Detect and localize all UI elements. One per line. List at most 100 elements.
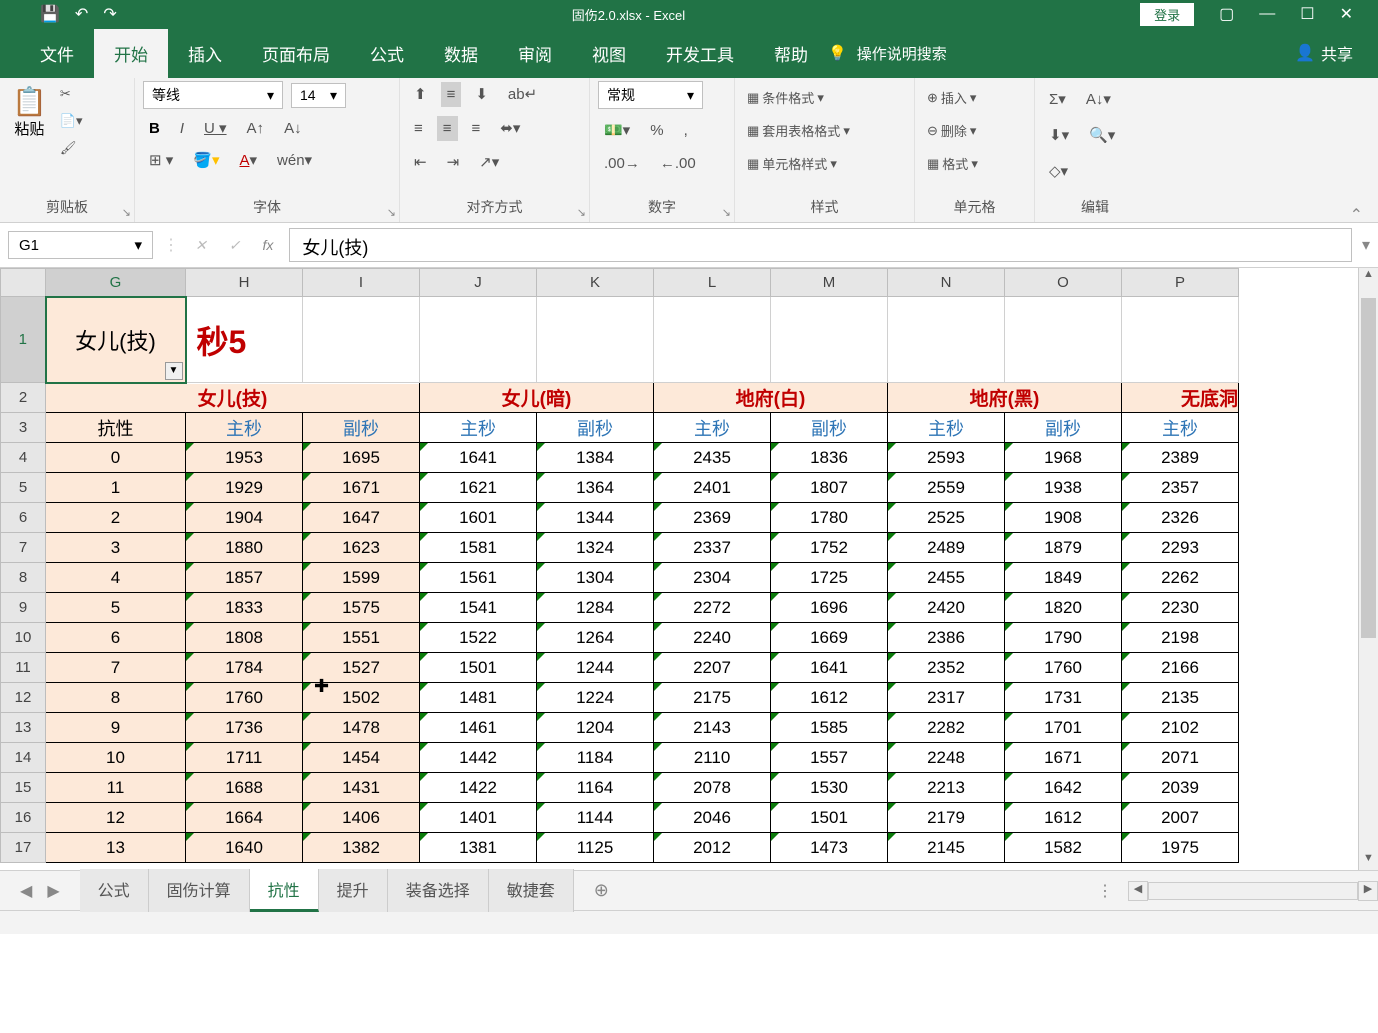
cell[interactable]: 1760 [1005, 653, 1122, 683]
cell[interactable]: 2352 [888, 653, 1005, 683]
tab-help[interactable]: 帮助 [754, 29, 828, 78]
filter-dropdown-icon[interactable]: ▼ [165, 362, 183, 380]
cell[interactable]: 副秒 [537, 413, 654, 443]
cell[interactable]: 1688 [186, 773, 303, 803]
vertical-scrollbar[interactable]: ▲ ▼ [1358, 268, 1378, 870]
col-header-o[interactable]: O [1005, 269, 1122, 297]
cell[interactable]: 1582 [1005, 833, 1122, 863]
cell[interactable]: 1364 [537, 473, 654, 503]
fill-color-button[interactable]: 🪣▾ [187, 147, 225, 173]
select-all-corner[interactable] [1, 269, 46, 297]
delete-cells-button[interactable]: ⊖ 删除 ▾ [923, 119, 980, 142]
tab-review[interactable]: 审阅 [498, 29, 572, 78]
cell[interactable]: 2369 [654, 503, 771, 533]
cell[interactable]: 副秒 [303, 413, 420, 443]
cell[interactable]: 1575 [303, 593, 420, 623]
cell[interactable]: 1929 [186, 473, 303, 503]
cell[interactable]: 2420 [888, 593, 1005, 623]
cell[interactable]: 2357 [1122, 473, 1239, 503]
cell[interactable]: 2435 [654, 443, 771, 473]
cell[interactable]: 10 [46, 743, 186, 773]
formula-input[interactable]: 女儿(技) [289, 228, 1352, 262]
cell[interactable] [654, 297, 771, 383]
cell[interactable]: 2386 [888, 623, 1005, 653]
cell[interactable]: 1551 [303, 623, 420, 653]
cell[interactable]: 1807 [771, 473, 888, 503]
tab-formulas[interactable]: 公式 [350, 29, 424, 78]
cell[interactable]: 1601 [420, 503, 537, 533]
cell-h1[interactable]: 秒5 [186, 297, 303, 383]
accounting-button[interactable]: 💵▾ [598, 117, 636, 143]
cell[interactable]: 1522 [420, 623, 537, 653]
cell[interactable]: 2230 [1122, 593, 1239, 623]
cell-styles-button[interactable]: ▦ 单元格样式 ▾ [743, 152, 841, 175]
tab-home[interactable]: 开始 [94, 29, 168, 78]
cell[interactable]: 1401 [420, 803, 537, 833]
collapse-ribbon-icon[interactable]: ⌃ [1350, 205, 1363, 225]
row-header-16[interactable]: 16 [1, 803, 46, 833]
row-header-1[interactable]: 1 [1, 297, 46, 383]
cell[interactable]: 13 [46, 833, 186, 863]
cell[interactable]: 1431 [303, 773, 420, 803]
row-header-10[interactable]: 10 [1, 623, 46, 653]
font-size-select[interactable]: 14▾ [291, 83, 346, 108]
paste-button[interactable]: 📋 粘贴 [8, 81, 51, 143]
cell[interactable]: 1808 [186, 623, 303, 653]
tab-view[interactable]: 视图 [572, 29, 646, 78]
cell[interactable] [1005, 297, 1122, 383]
sort-filter-button[interactable]: A↓▾ [1080, 86, 1117, 112]
cell[interactable]: 2166 [1122, 653, 1239, 683]
cell[interactable]: 1671 [1005, 743, 1122, 773]
number-format-select[interactable]: 常规▾ [598, 81, 703, 109]
tab-file[interactable]: 文件 [20, 29, 94, 78]
sheet-tab-4[interactable]: 装备选择 [388, 869, 489, 912]
cell[interactable]: 1671 [303, 473, 420, 503]
cell[interactable]: 主秒 [186, 413, 303, 443]
cell[interactable]: 11 [46, 773, 186, 803]
name-box[interactable]: G1▾ [8, 231, 153, 259]
cell[interactable]: 2039 [1122, 773, 1239, 803]
cell[interactable]: 1820 [1005, 593, 1122, 623]
scroll-left-icon[interactable]: ◀ [1128, 881, 1148, 901]
align-bottom-button[interactable]: ⬇ [469, 81, 494, 107]
cell[interactable]: 1780 [771, 503, 888, 533]
cell[interactable]: 1585 [771, 713, 888, 743]
cell[interactable]: 1695 [303, 443, 420, 473]
cell[interactable] [1122, 297, 1239, 383]
cell[interactable]: 1725 [771, 563, 888, 593]
cell[interactable]: 1736 [186, 713, 303, 743]
cell[interactable]: 2593 [888, 443, 1005, 473]
cell[interactable]: 1640 [186, 833, 303, 863]
share-button[interactable]: 👤 共享 [1295, 41, 1378, 65]
cell[interactable]: 2293 [1122, 533, 1239, 563]
spreadsheet-grid[interactable]: G H I J K L M N O P 1 女儿(技)▼ 秒5 2 女儿(技) … [0, 268, 1378, 870]
cell[interactable]: 1 [46, 473, 186, 503]
cell[interactable]: 6 [46, 623, 186, 653]
font-launcher-icon[interactable]: ↘ [387, 206, 396, 219]
cell[interactable]: 2012 [654, 833, 771, 863]
cell[interactable]: 2248 [888, 743, 1005, 773]
cell[interactable]: 1304 [537, 563, 654, 593]
cell[interactable]: 1908 [1005, 503, 1122, 533]
cancel-formula-icon[interactable]: ✕ [189, 237, 213, 254]
cell[interactable]: 2007 [1122, 803, 1239, 833]
cell[interactable] [303, 297, 420, 383]
align-center-button[interactable]: ≡ [437, 116, 458, 141]
row-header-15[interactable]: 15 [1, 773, 46, 803]
cell[interactable]: 1244 [537, 653, 654, 683]
row-header-11[interactable]: 11 [1, 653, 46, 683]
cell[interactable]: 1224 [537, 683, 654, 713]
align-top-button[interactable]: ⬆ [408, 81, 433, 107]
minimize-icon[interactable]: — [1259, 5, 1275, 23]
expand-formula-icon[interactable]: ▾ [1362, 235, 1370, 255]
cell-merged-header[interactable]: 无底洞 [1122, 383, 1239, 413]
cell[interactable]: 1406 [303, 803, 420, 833]
align-launcher-icon[interactable]: ↘ [577, 206, 586, 219]
cell[interactable]: 2559 [888, 473, 1005, 503]
cell[interactable]: 主秒 [654, 413, 771, 443]
cell[interactable]: 1904 [186, 503, 303, 533]
cell[interactable]: 1849 [1005, 563, 1122, 593]
merge-button[interactable]: ⬌▾ [494, 115, 526, 141]
sheet-tab-0[interactable]: 公式 [80, 869, 149, 912]
cell[interactable]: 2 [46, 503, 186, 533]
